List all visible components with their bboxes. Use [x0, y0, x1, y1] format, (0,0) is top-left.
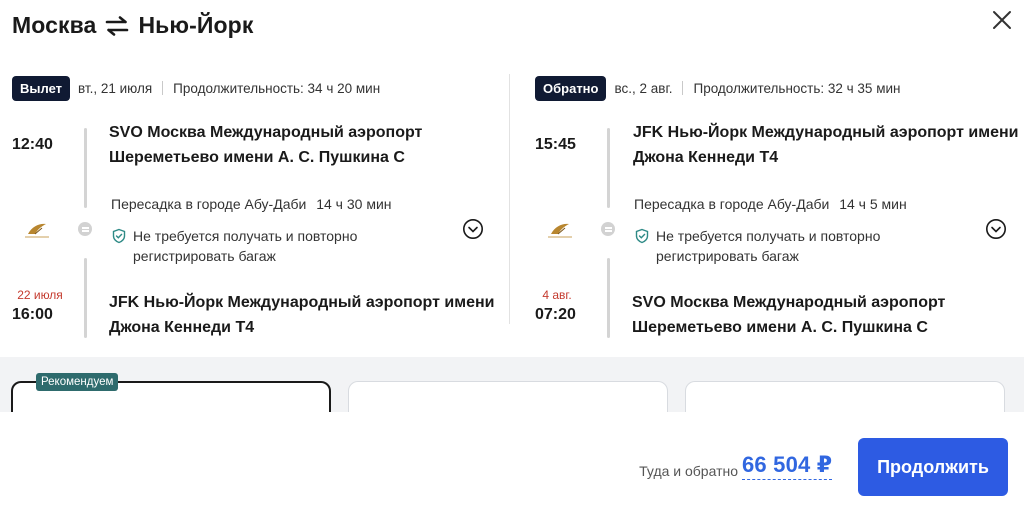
airport-line: Шереметьево имени А. С. Пушкина C: [109, 149, 405, 166]
airline-logo-icon: [545, 220, 575, 240]
leg-badge: Обратно: [535, 75, 607, 101]
departure-time: 12:40: [12, 136, 53, 153]
transfer-city: Пересадка в городе Абу-Даби: [111, 196, 307, 212]
departure-time: 15:45: [535, 136, 576, 153]
outbound-leg: Вылет вт., 21 июля Продолжительность: 34…: [12, 74, 512, 354]
airport-line: Шереметьево имени А. С. Пушкина C: [632, 319, 928, 336]
timeline-line: [84, 128, 87, 208]
shield-check-icon: [111, 228, 127, 244]
airport-line: JFK Нью-Йорк Международный аэропорт имен…: [633, 124, 1019, 141]
separator: [682, 81, 684, 95]
leg-date: вс., 2 авг.: [614, 80, 673, 96]
timeline-line: [84, 258, 87, 338]
transfer-dot-icon: [601, 222, 615, 236]
swap-arrows-icon: [104, 15, 130, 37]
total-label: Туда и обратно: [639, 463, 738, 479]
timeline-line: [607, 258, 610, 338]
route-title: Москва Нью-Йорк: [12, 12, 253, 39]
leg-date: вт., 21 июля: [78, 80, 153, 96]
leg-duration: Продолжительность: 32 ч 35 мин: [693, 80, 901, 96]
leg-badge: Вылет: [12, 75, 71, 101]
transfer-info: Пересадка в городе Абу-Даби 14 ч 5 мин: [634, 196, 907, 212]
route-from: Москва: [12, 12, 97, 38]
continue-button[interactable]: Продолжить: [858, 438, 1008, 496]
timeline-line: [607, 128, 610, 208]
airport-line: SVO Москва Международный аэропорт: [632, 294, 946, 311]
leg-duration: Продолжительность: 34 ч 20 мин: [173, 80, 381, 96]
arrival-time: 16:00: [12, 306, 53, 323]
baggage-info: Не требуется получать и повторно регистр…: [634, 226, 880, 266]
separator: [162, 81, 164, 95]
recommend-badge: Рекомендуем: [36, 373, 119, 391]
arrival-airport: SVO Москва Международный аэропорт Шереме…: [632, 290, 1024, 340]
close-icon[interactable]: [990, 8, 1014, 32]
airport-line: Джона Кеннеди T4: [633, 149, 779, 166]
airport-line: SVO Москва Международный аэропорт: [109, 124, 423, 141]
leg-header: Обратно вс., 2 авг. Продолжительность: 3…: [535, 74, 1024, 102]
route-to: Нью-Йорк: [138, 12, 254, 38]
arrival-airport: JFK Нью-Йорк Международный аэропорт имен…: [109, 290, 509, 340]
transfer-city: Пересадка в городе Абу-Даби: [634, 196, 830, 212]
arrival-time: 07:20: [535, 306, 576, 323]
chevron-down-icon[interactable]: [985, 218, 1007, 240]
departure-airport: JFK Нью-Йорк Международный аэропорт имен…: [633, 120, 1024, 170]
leg-divider: [509, 74, 510, 324]
airport-line: JFK Нью-Йорк Международный аэропорт имен…: [109, 294, 495, 311]
baggage-info: Не требуется получать и повторно регистр…: [111, 226, 357, 266]
arrival-date: 22 июля: [17, 288, 63, 302]
baggage-text: Не требуется получать и повторно: [656, 228, 881, 244]
airline-logo-icon: [22, 220, 52, 240]
leg-header: Вылет вт., 21 июля Продолжительность: 34…: [12, 74, 512, 102]
airport-line: Джона Кеннеди T4: [109, 319, 255, 336]
departure-airport: SVO Москва Международный аэропорт Шереме…: [109, 120, 509, 170]
transfer-dot-icon: [78, 222, 92, 236]
transfer-duration: 14 ч 5 мин: [839, 196, 907, 212]
arrival-date: 4 авг.: [542, 288, 572, 302]
baggage-text: Не требуется получать и повторно: [133, 228, 358, 244]
baggage-text: регистрировать багаж: [656, 248, 799, 264]
transfer-info: Пересадка в городе Абу-Даби 14 ч 30 мин: [111, 196, 392, 212]
chevron-down-icon[interactable]: [462, 218, 484, 240]
total-price[interactable]: 66 504 ₽: [742, 452, 833, 480]
transfer-duration: 14 ч 30 мин: [316, 196, 392, 212]
return-leg: Обратно вс., 2 авг. Продолжительность: 3…: [535, 74, 1024, 354]
baggage-text: регистрировать багаж: [133, 248, 276, 264]
shield-check-icon: [634, 228, 650, 244]
